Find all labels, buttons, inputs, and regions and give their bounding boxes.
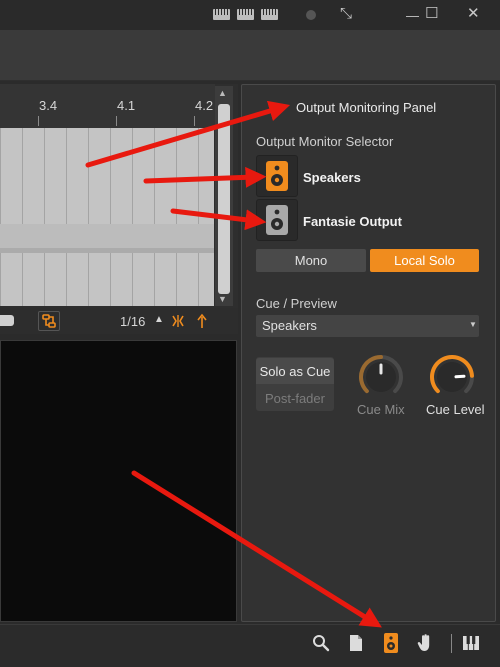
track-lane[interactable]: [0, 248, 214, 253]
minimize-icon[interactable]: —: [406, 7, 419, 25]
ruler-label: 4.2: [195, 98, 214, 113]
ruler-label: 4.1: [117, 98, 136, 113]
cue-mix-label: Cue Mix: [357, 402, 405, 417]
fullscreen-icon[interactable]: ⤡: [340, 5, 352, 23]
cue-mix-knob[interactable]: [354, 352, 408, 398]
editor-area[interactable]: [0, 340, 237, 622]
record-dot-icon[interactable]: [306, 10, 316, 20]
scroll-up-icon[interactable]: ▲: [218, 88, 227, 98]
track-lane[interactable]: [0, 224, 214, 248]
mono-button[interactable]: Mono: [256, 249, 366, 272]
keyboard-icon[interactable]: [237, 9, 254, 20]
ruler-tick: [116, 116, 117, 126]
cue-level-knob[interactable]: [425, 352, 479, 398]
close-icon[interactable]: ✕: [467, 5, 480, 23]
speaker-icon: [266, 161, 288, 191]
maximize-icon[interactable]: ☐: [425, 5, 438, 23]
cue-level-label: Cue Level: [426, 402, 485, 417]
speakers-output-label: Speakers: [303, 170, 361, 185]
search-icon[interactable]: [311, 633, 331, 653]
ruler-tick: [38, 116, 39, 126]
scrollbar-thumb[interactable]: [218, 104, 230, 294]
ruler-label: 3.4: [39, 98, 58, 113]
speaker-icon: [266, 205, 288, 235]
keyboard-icon[interactable]: [261, 9, 278, 20]
speaker-icon[interactable]: [381, 631, 401, 655]
toolbar: [0, 30, 500, 81]
timeline-ruler[interactable]: [0, 84, 215, 128]
arranger-grid[interactable]: [0, 128, 214, 306]
document-icon[interactable]: [346, 633, 366, 653]
horizontal-scrollbar-thumb[interactable]: [0, 315, 14, 326]
panel-annotation: Output Monitoring Panel: [296, 100, 437, 115]
keyboard-icon[interactable]: [213, 9, 230, 20]
link-icon[interactable]: [38, 311, 60, 331]
output-monitor-selector-title: Output Monitor Selector: [256, 134, 394, 149]
speakers-output-button[interactable]: [256, 155, 298, 197]
quantize-icon[interactable]: [195, 313, 209, 329]
grid-resolution[interactable]: 1/16: [120, 314, 145, 329]
fantasie-output-label: Fantasie Output: [303, 214, 402, 229]
ruler-tick: [194, 116, 195, 126]
solo-as-cue-button[interactable]: Solo as Cue: [256, 358, 334, 384]
piano-icon[interactable]: [461, 633, 481, 653]
post-fader-button[interactable]: Post-fader: [256, 385, 334, 411]
chevron-down-icon: ▼: [469, 320, 477, 329]
snap-icon[interactable]: [170, 313, 186, 329]
fantasie-output-button[interactable]: [256, 199, 298, 241]
hand-icon[interactable]: [415, 633, 435, 653]
divider: [451, 634, 452, 653]
grid-resolution-caret-icon[interactable]: ▲: [154, 314, 164, 325]
local-solo-button[interactable]: Local Solo: [370, 249, 479, 272]
cue-preview-title: Cue / Preview: [256, 296, 337, 311]
scroll-down-icon[interactable]: ▼: [218, 294, 227, 304]
cue-output-select-value: Speakers: [262, 318, 317, 333]
